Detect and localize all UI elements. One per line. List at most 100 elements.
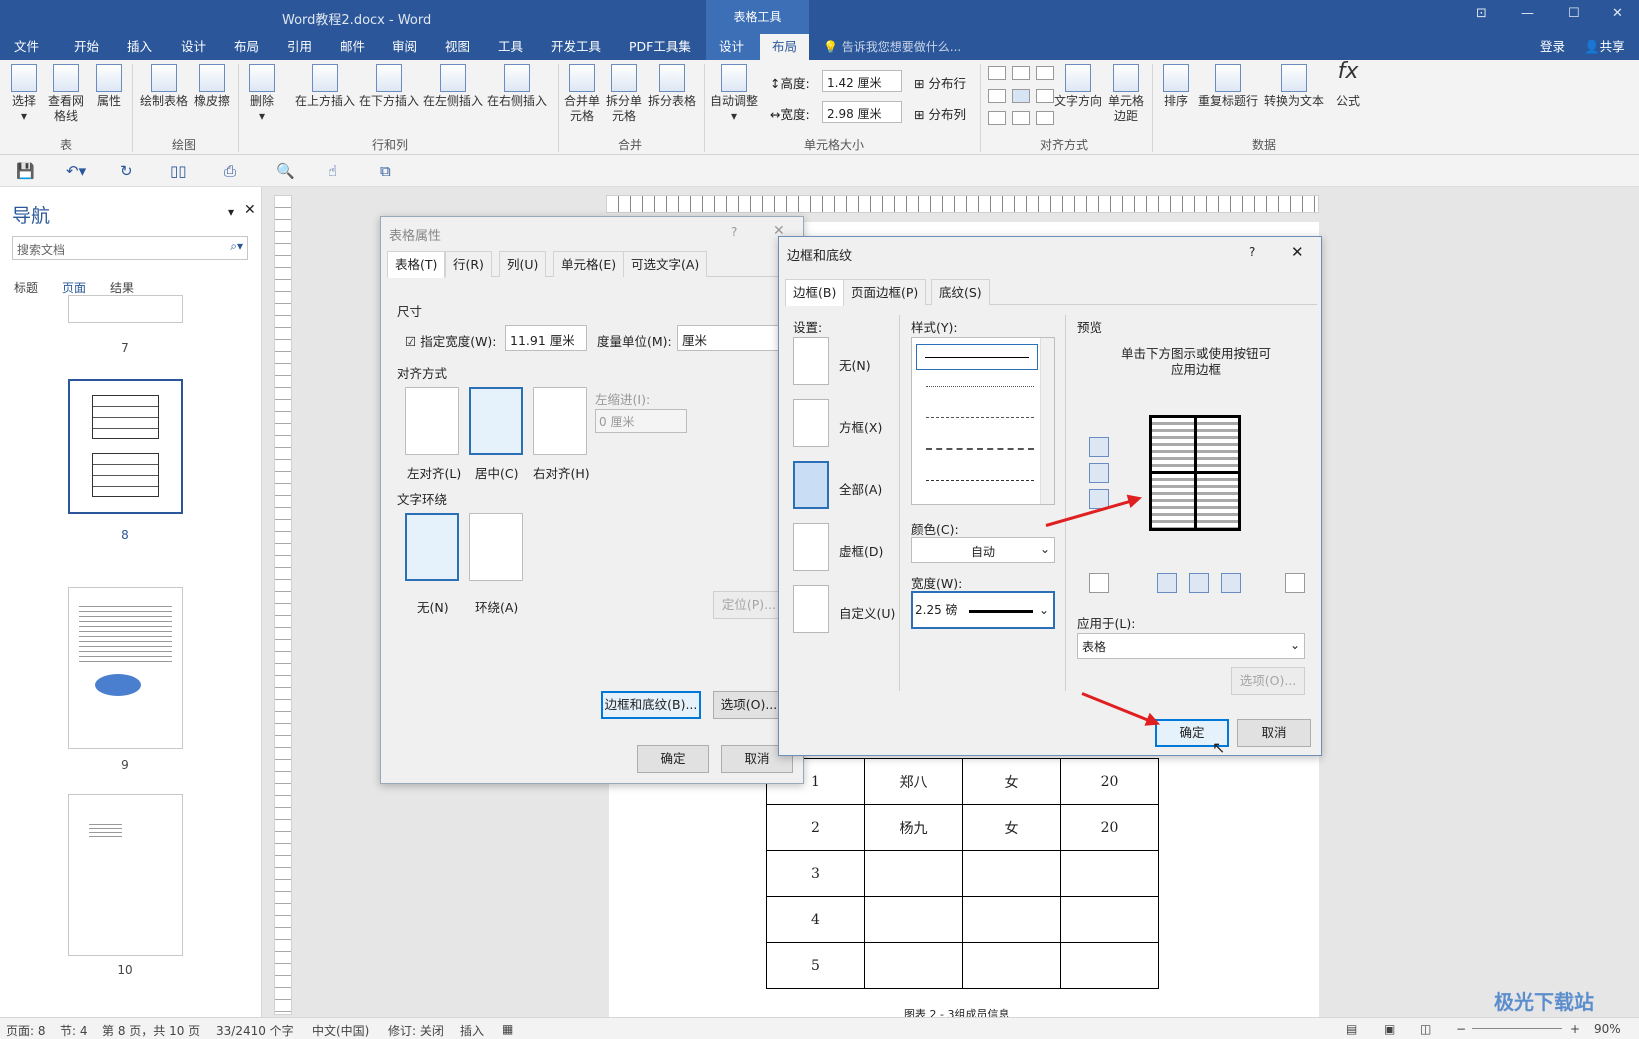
tab-table-layout[interactable]: 布局 <box>760 34 810 60</box>
search-icon[interactable]: ⌕▾ <box>230 239 243 254</box>
preview-icon[interactable]: 🔍 <box>276 162 295 180</box>
zoom-in-icon[interactable]: + <box>1570 1022 1580 1036</box>
share-button[interactable]: 👤共享 <box>1580 34 1629 60</box>
scrollbar[interactable] <box>1040 338 1054 504</box>
right-border-icon[interactable] <box>1221 573 1241 593</box>
tab-pdf-tools[interactable]: PDF工具集 <box>625 34 695 60</box>
maximize-icon[interactable]: ☐ <box>1568 6 1580 21</box>
tab-design[interactable]: 设计 <box>177 34 210 60</box>
tab-table[interactable]: 表格(T) <box>387 251 446 278</box>
status-words[interactable]: 33/2410 个字 <box>216 1022 294 1039</box>
line-style-list[interactable] <box>911 337 1055 505</box>
diagonal-down-border-icon[interactable] <box>1285 573 1305 593</box>
minimize-icon[interactable]: — <box>1521 6 1534 21</box>
setting-grid-label[interactable]: 虚框(D) <box>839 541 883 560</box>
touch-mode-icon[interactable]: ☝ <box>328 162 337 180</box>
tab-page-border[interactable]: 页面边框(P) <box>843 279 927 305</box>
wrap-around-option[interactable] <box>469 513 523 581</box>
color-select[interactable]: 自动 ⌄ <box>911 537 1055 563</box>
tab-view[interactable]: 视图 <box>441 34 474 60</box>
tab-alt-text[interactable]: 可选文字(A) <box>623 251 708 277</box>
setting-box-icon[interactable] <box>793 399 829 447</box>
help-icon[interactable]: ? <box>731 225 737 239</box>
cancel-button[interactable]: 取消 <box>1237 719 1311 747</box>
select-button[interactable]: 选择 ▾ <box>6 64 42 124</box>
nav-close-icon[interactable]: ✕ <box>244 202 256 218</box>
tab-developer[interactable]: 开发工具 <box>547 34 605 60</box>
setting-all-icon[interactable] <box>793 461 829 509</box>
read-mode-icon[interactable]: ▯▯ <box>170 162 187 180</box>
nav-options-icon[interactable]: ▾ <box>228 205 234 219</box>
distribute-rows-button[interactable]: ⊞ 分布行 <box>914 73 966 92</box>
sort-button[interactable]: 排序 <box>1158 64 1194 109</box>
setting-none-label[interactable]: 无(N) <box>839 355 871 374</box>
page-thumb-7[interactable] <box>68 295 183 323</box>
autofit-button[interactable]: 自动调整 ▾ <box>708 64 760 124</box>
status-language[interactable]: 中文(中国) <box>312 1022 369 1039</box>
setting-none-icon[interactable] <box>793 337 829 385</box>
setting-custom-icon[interactable] <box>793 585 829 633</box>
indent-input[interactable]: 0 厘米 <box>595 409 687 433</box>
inside-horizontal-border-icon[interactable] <box>1089 463 1109 483</box>
formula-button[interactable]: fx 公式 <box>1330 61 1366 109</box>
tab-cell[interactable]: 单元格(E) <box>553 251 625 277</box>
page-thumb-9[interactable] <box>68 587 183 749</box>
align-center-option[interactable] <box>469 387 523 455</box>
setting-all-label[interactable]: 全部(A) <box>839 479 882 498</box>
tab-references[interactable]: 引用 <box>283 34 316 60</box>
setting-grid-icon[interactable] <box>793 523 829 571</box>
zoom-out-icon[interactable]: − <box>1456 1022 1466 1036</box>
tab-shading[interactable]: 底纹(S) <box>931 279 990 305</box>
close-icon[interactable]: ✕ <box>1291 243 1304 261</box>
insert-left-button[interactable]: 在左侧插入 <box>422 64 484 109</box>
tab-borders[interactable]: 边框(B) <box>785 279 845 306</box>
properties-button[interactable]: 属性 <box>92 64 126 109</box>
measure-select[interactable]: 厘米 <box>677 325 787 351</box>
tab-review[interactable]: 审阅 <box>388 34 421 60</box>
gridlines-button[interactable]: 查看网格线 <box>46 64 86 124</box>
insert-below-button[interactable]: 在下方插入 <box>358 64 420 109</box>
login-link[interactable]: 登录 <box>1536 34 1569 60</box>
apply-to-select[interactable]: 表格 ⌄ <box>1077 633 1305 659</box>
align-right-option[interactable] <box>533 387 587 455</box>
position-button[interactable]: 定位(P)... <box>713 591 785 619</box>
print-layout-icon[interactable]: ▣ <box>1384 1022 1395 1036</box>
top-border-icon[interactable] <box>1089 437 1109 457</box>
insert-right-button[interactable]: 在右侧插入 <box>486 64 548 109</box>
diagonal-up-border-icon[interactable] <box>1089 573 1109 593</box>
align-left-option[interactable] <box>405 387 459 455</box>
split-cells-button[interactable]: 拆分单元格 <box>604 64 644 124</box>
border-preview[interactable] <box>1149 415 1241 531</box>
setting-box-label[interactable]: 方框(X) <box>839 417 882 436</box>
nav-tab-headings[interactable]: 标题 <box>14 279 38 296</box>
insert-above-button[interactable]: 在上方插入 <box>294 64 356 109</box>
zoom-level[interactable]: 90% <box>1594 1022 1621 1036</box>
tab-column[interactable]: 列(U) <box>499 251 547 277</box>
repeat-header-button[interactable]: 重复标题行 <box>1196 64 1260 109</box>
redo-icon[interactable]: ↻ <box>120 162 133 180</box>
pref-width-input[interactable]: 11.91 厘米 <box>505 325 587 351</box>
nav-search-input[interactable]: 搜索文档 ⌕▾ <box>12 236 248 260</box>
row-height-input[interactable]: 1.42 厘米 <box>822 70 902 92</box>
wrap-none-option[interactable] <box>405 513 459 581</box>
inside-vertical-border-icon[interactable] <box>1189 573 1209 593</box>
ok-button[interactable]: 确定 <box>637 745 709 773</box>
macro-icon[interactable]: ▦ <box>502 1022 513 1036</box>
text-direction-button[interactable]: 文字方向 <box>1052 64 1104 109</box>
tab-table-design[interactable]: 设计 <box>715 34 748 60</box>
cell-margins-button[interactable]: 单元格边距 <box>1106 64 1146 124</box>
width-select[interactable]: 2.25 磅 ⌄ <box>911 591 1055 629</box>
split-table-button[interactable]: 拆分表格 <box>646 64 698 109</box>
delete-button[interactable]: 删除 ▾ <box>244 64 280 124</box>
document-table[interactable]: 1 郑八女 20 2 杨九女 20 3 4 5 <box>766 758 1159 989</box>
pref-width-checkbox[interactable]: ☑ 指定宽度(W): <box>405 331 497 350</box>
read-mode-icon[interactable]: ▤ <box>1346 1022 1357 1036</box>
tab-home[interactable]: 开始 <box>70 34 103 60</box>
options-button[interactable]: 选项(O)... <box>713 691 785 719</box>
close-icon[interactable]: ✕ <box>1612 6 1623 21</box>
nav-tab-pages[interactable]: 页面 <box>62 279 86 296</box>
borders-shading-button[interactable]: 边框和底纹(B)... <box>601 691 701 719</box>
help-icon[interactable]: ? <box>1249 245 1255 259</box>
save-icon[interactable]: 💾 <box>16 162 35 180</box>
draw-table-button[interactable]: 绘制表格 <box>138 64 190 109</box>
